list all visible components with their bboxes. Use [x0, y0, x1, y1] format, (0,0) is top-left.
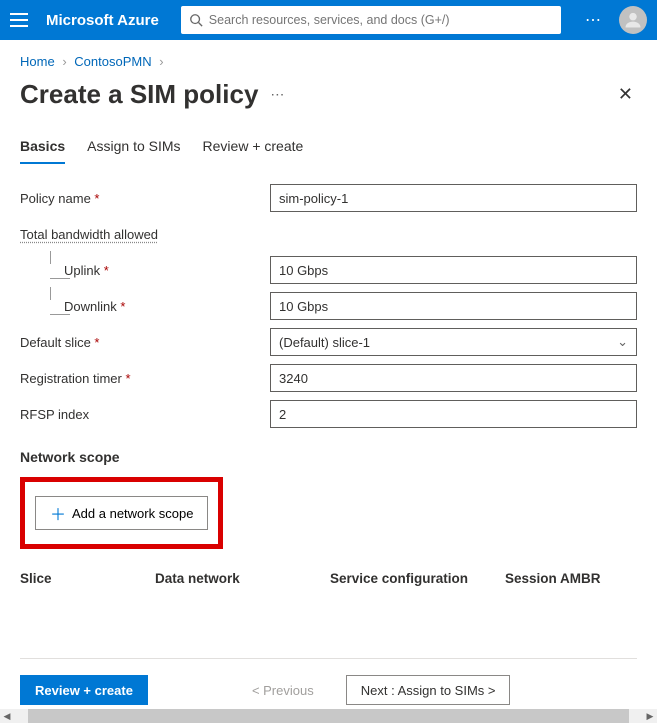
add-network-scope-label: Add a network scope — [72, 506, 193, 521]
review-create-button[interactable]: Review + create — [20, 675, 148, 705]
brand-title: Microsoft Azure — [46, 12, 159, 29]
person-icon — [623, 10, 643, 30]
scroll-right-icon[interactable]: ▶ — [643, 711, 657, 722]
row-total-bandwidth: Total bandwidth allowed — [20, 219, 637, 249]
title-more-icon[interactable]: ⋯ — [270, 86, 286, 103]
network-scope-table-header: Slice Data network Service configuration… — [20, 571, 637, 586]
uplink-label: Uplink — [20, 263, 270, 278]
search-input[interactable] — [209, 13, 553, 27]
col-session-ambr: Session AMBR — [505, 571, 637, 586]
policy-name-label: Policy name — [20, 191, 270, 206]
default-slice-select[interactable]: (Default) slice-1 ⌄ — [270, 328, 637, 356]
plus-icon: ＋ — [50, 501, 66, 525]
tab-review-create[interactable]: Review + create — [203, 132, 304, 164]
chevron-right-icon: › — [62, 54, 66, 69]
page-title: Create a SIM policy — [20, 79, 258, 110]
title-bar: Create a SIM policy ⋯ ✕ — [0, 75, 657, 132]
divider — [20, 658, 637, 659]
breadcrumb: Home › ContosoPMN › — [0, 40, 657, 75]
topbar: Microsoft Azure ⋯ — [0, 0, 657, 40]
downlink-input[interactable] — [270, 292, 637, 320]
more-icon[interactable]: ⋯ — [585, 10, 603, 30]
registration-timer-label: Registration timer — [20, 371, 270, 386]
close-icon[interactable]: ✕ — [618, 84, 633, 105]
row-registration-timer: Registration timer — [20, 363, 637, 393]
col-data-network: Data network — [155, 571, 330, 586]
highlight-box: ＋ Add a network scope — [20, 477, 223, 549]
rfsp-index-label: RFSP index — [20, 407, 270, 422]
scroll-left-icon[interactable]: ◀ — [0, 711, 14, 722]
downlink-label: Downlink — [20, 299, 270, 314]
rfsp-index-input[interactable] — [270, 400, 637, 428]
col-slice: Slice — [20, 571, 155, 586]
chevron-down-icon: ⌄ — [617, 334, 628, 350]
tab-basics[interactable]: Basics — [20, 132, 65, 164]
menu-icon[interactable] — [10, 13, 28, 27]
default-slice-label: Default slice — [20, 335, 270, 350]
breadcrumb-parent[interactable]: ContosoPMN — [74, 54, 151, 69]
total-bandwidth-label: Total bandwidth allowed — [20, 227, 270, 242]
row-rfsp-index: RFSP index — [20, 399, 637, 429]
form: Policy name Total bandwidth allowed Upli… — [0, 183, 657, 586]
row-policy-name: Policy name — [20, 183, 637, 213]
chevron-right-icon: › — [159, 54, 163, 69]
row-uplink: Uplink — [20, 255, 637, 285]
tree-connector-icon — [42, 299, 62, 314]
breadcrumb-home[interactable]: Home — [20, 54, 55, 69]
tabs: Basics Assign to SIMs Review + create — [0, 132, 657, 165]
policy-name-input[interactable] — [270, 184, 637, 212]
row-default-slice: Default slice (Default) slice-1 ⌄ — [20, 327, 637, 357]
registration-timer-input[interactable] — [270, 364, 637, 392]
uplink-input[interactable] — [270, 256, 637, 284]
footer: Review + create < Previous Next : Assign… — [0, 675, 657, 705]
default-slice-value: (Default) slice-1 — [279, 335, 370, 350]
tree-connector-icon — [42, 263, 62, 278]
add-network-scope-button[interactable]: ＋ Add a network scope — [35, 496, 208, 530]
search-icon — [189, 13, 203, 27]
horizontal-scrollbar[interactable]: ◀ ▶ — [0, 709, 657, 723]
tab-assign-to-sims[interactable]: Assign to SIMs — [87, 132, 180, 164]
scroll-thumb[interactable] — [28, 709, 629, 723]
previous-button[interactable]: < Previous — [238, 675, 328, 705]
search-box[interactable] — [181, 6, 561, 34]
row-downlink: Downlink — [20, 291, 637, 321]
next-button[interactable]: Next : Assign to SIMs > — [346, 675, 511, 705]
avatar[interactable] — [619, 6, 647, 34]
col-service-config: Service configuration — [330, 571, 505, 586]
network-scope-heading: Network scope — [20, 449, 637, 465]
